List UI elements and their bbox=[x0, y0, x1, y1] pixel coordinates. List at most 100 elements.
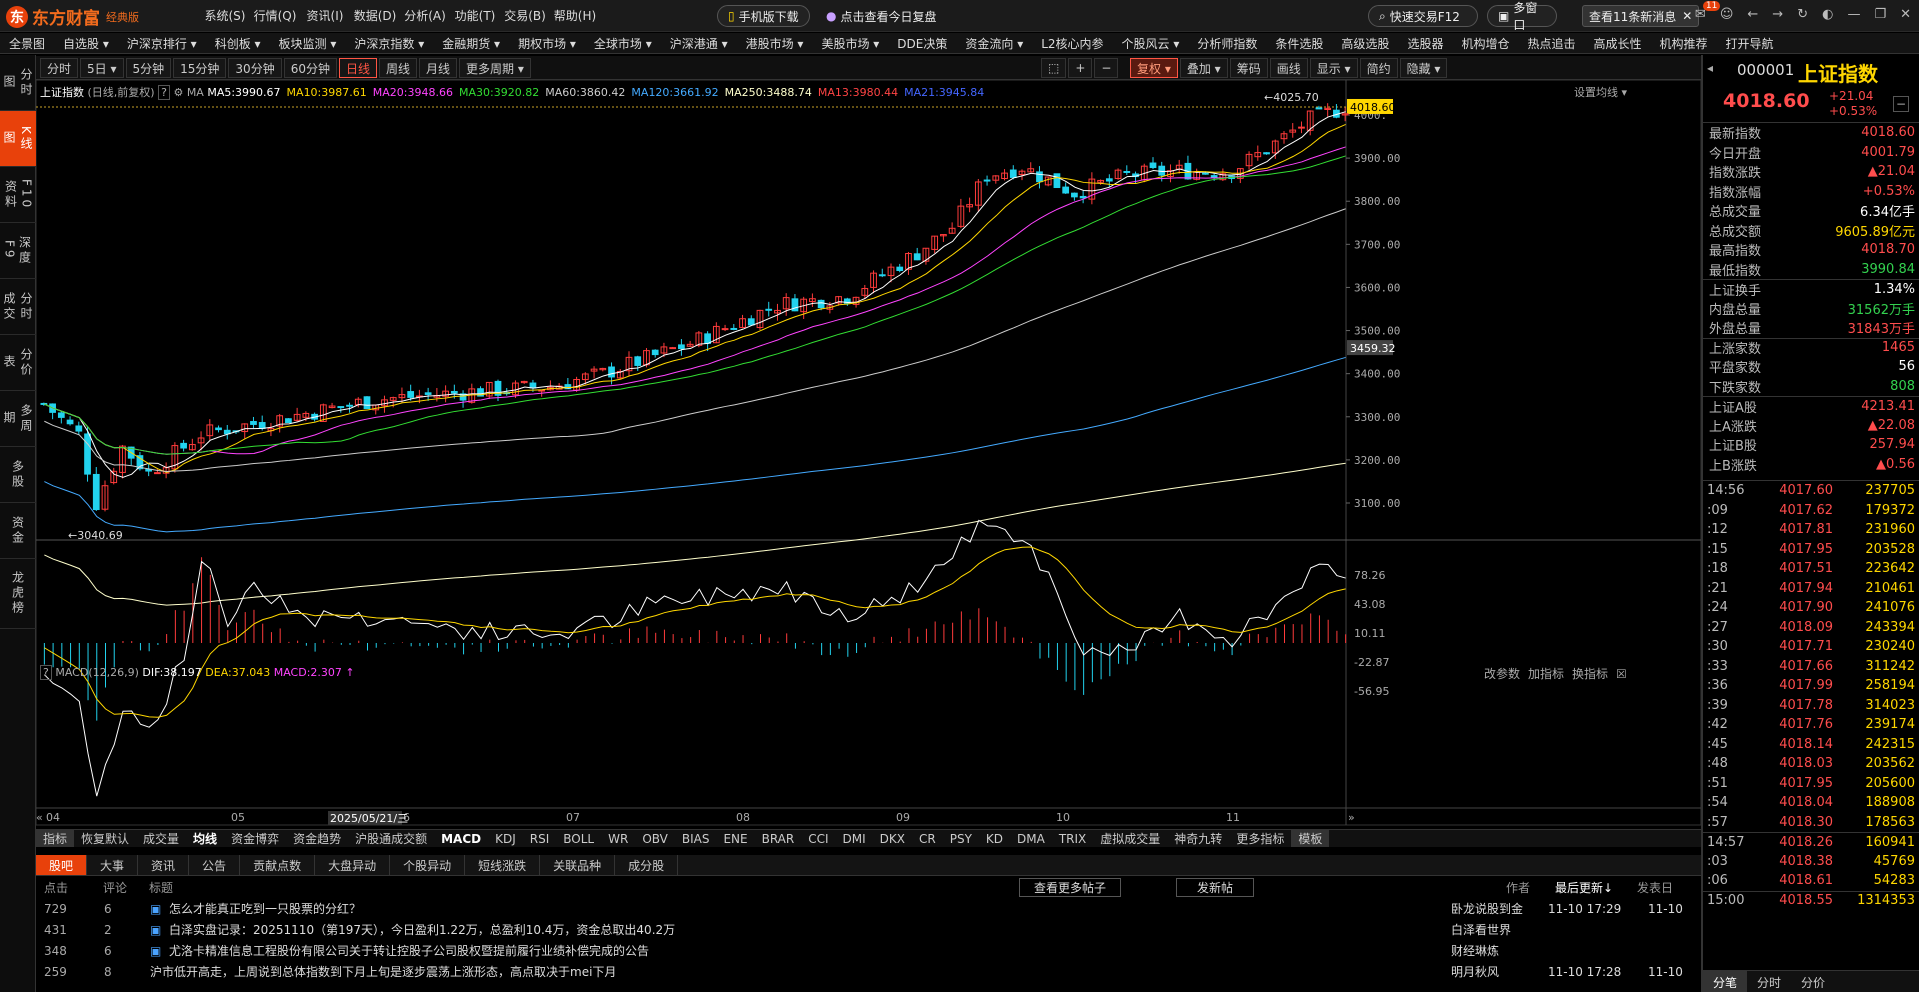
period-button[interactable]: 15分钟 bbox=[173, 58, 227, 78]
indicator-tab[interactable]: MACD bbox=[434, 832, 488, 846]
view-tab[interactable]: 分时图 bbox=[0, 55, 36, 111]
nav-item[interactable]: 条件选股 bbox=[1266, 35, 1332, 52]
menu-item[interactable]: 数据(D) bbox=[350, 7, 400, 24]
period-button[interactable]: 5分钟 bbox=[125, 58, 172, 78]
minus-button[interactable]: − bbox=[1893, 96, 1909, 112]
nav-item[interactable]: 沪深京指数 ▾ bbox=[345, 35, 433, 52]
nav-item[interactable]: 热点追击 bbox=[1518, 35, 1584, 52]
nav-item[interactable]: L2核心内参 bbox=[1032, 35, 1112, 52]
multi-window-button[interactable]: ▣ 多窗口 bbox=[1487, 1, 1557, 32]
menu-item[interactable]: 分析(A) bbox=[400, 7, 450, 24]
menu-item[interactable]: 功能(T) bbox=[450, 7, 500, 24]
nav-item[interactable]: 沪深港通 ▾ bbox=[661, 35, 737, 52]
indicator-tab[interactable]: 均线 bbox=[186, 830, 224, 847]
period-button[interactable]: 60分钟 bbox=[283, 58, 337, 78]
macd-action[interactable]: 改参数 bbox=[1484, 665, 1520, 682]
indicator-tab[interactable]: TRIX bbox=[1052, 832, 1093, 846]
indicator-tab[interactable]: KD bbox=[979, 832, 1010, 846]
more-posts-button[interactable]: 查看更多帖子 bbox=[1019, 877, 1122, 897]
help-icon[interactable]: ? bbox=[40, 665, 52, 680]
nav-item[interactable]: 高级选股 bbox=[1332, 35, 1398, 52]
col-updated[interactable]: 最后更新↓ bbox=[1555, 879, 1613, 896]
bottom-tab[interactable]: 成分股 bbox=[615, 855, 679, 875]
view-tab[interactable]: 分时成交 bbox=[0, 279, 36, 335]
macd-action[interactable]: 换指标 bbox=[1572, 665, 1608, 682]
user-icon[interactable]: ☺ bbox=[1720, 7, 1734, 22]
indicator-tab[interactable]: CCI bbox=[801, 832, 835, 846]
indicator-tab[interactable]: 恢复默认 bbox=[74, 830, 136, 847]
refresh-icon[interactable]: ↻ bbox=[1797, 7, 1808, 22]
indicator-tab[interactable]: BRAR bbox=[755, 832, 802, 846]
view-tab[interactable]: K线图 bbox=[0, 111, 36, 167]
gear-icon[interactable]: ⚙ bbox=[173, 86, 183, 99]
view-tab[interactable]: 资金 bbox=[0, 503, 36, 559]
menu-item[interactable]: 帮助(H) bbox=[550, 7, 600, 24]
menu-item[interactable]: 交易(B) bbox=[500, 7, 550, 24]
indicator-tab[interactable]: ENE bbox=[716, 832, 754, 846]
nav-item[interactable]: 选股器 bbox=[1398, 35, 1452, 52]
toolbar-button[interactable]: 简约 bbox=[1359, 58, 1398, 78]
indicator-tab[interactable]: OBV bbox=[635, 832, 675, 846]
quick-trade-button[interactable]: ⌕ 快速交易F12 bbox=[1368, 5, 1478, 27]
indicator-tab[interactable]: DMA bbox=[1010, 832, 1052, 846]
forward-icon[interactable]: → bbox=[1772, 7, 1783, 22]
view-tab[interactable]: F10资料 bbox=[0, 167, 36, 223]
zoom-out-icon[interactable]: − bbox=[1094, 58, 1119, 78]
mobile-download-button[interactable]: ▯ 手机版下载 bbox=[717, 5, 810, 27]
nav-item[interactable]: 机构增仓 bbox=[1452, 35, 1518, 52]
period-button[interactable]: 月线 bbox=[419, 58, 458, 78]
nav-item[interactable]: 全球市场 ▾ bbox=[585, 35, 661, 52]
nav-item[interactable]: 分析师指数 bbox=[1188, 35, 1266, 52]
bottom-tab[interactable]: 股吧 bbox=[36, 855, 88, 875]
indicator-tab[interactable]: 神奇九转 bbox=[1167, 830, 1229, 847]
indicator-tab[interactable]: DMI bbox=[836, 832, 873, 846]
collapse-icon[interactable]: ◂ bbox=[1707, 61, 1713, 75]
indicator-tab[interactable]: 更多指标 bbox=[1229, 830, 1291, 847]
right-tab[interactable]: 分价 bbox=[1791, 971, 1835, 992]
forum-title[interactable]: 尤洛卡精准信息工程股份有限公司关于转让控股子公司股权暨提前履行业绩补偿完成的公告 bbox=[169, 942, 649, 959]
bottom-tab[interactable]: 大事 bbox=[87, 855, 139, 875]
bottom-tab[interactable]: 贡献点数 bbox=[240, 855, 316, 875]
nav-item[interactable]: 期权市场 ▾ bbox=[509, 35, 585, 52]
nav-item[interactable]: 个股风云 ▾ bbox=[1113, 35, 1189, 52]
zoom-in-icon[interactable]: + bbox=[1068, 58, 1093, 78]
indicator-tab[interactable]: 模板 bbox=[1291, 830, 1330, 847]
indicator-tab[interactable]: KDJ bbox=[488, 832, 523, 846]
indicator-tab[interactable]: 资金趋势 bbox=[286, 830, 348, 847]
view-tab[interactable]: 多周期 bbox=[0, 391, 36, 447]
back-icon[interactable]: ← bbox=[1747, 7, 1758, 22]
bottom-tab[interactable]: 个股异动 bbox=[390, 855, 466, 875]
menu-item[interactable]: 系统(S) bbox=[200, 7, 250, 24]
indicator-tab[interactable]: 成交量 bbox=[136, 830, 186, 847]
view-tab[interactable]: 多股 bbox=[0, 447, 36, 503]
period-button[interactable]: 30分钟 bbox=[228, 58, 282, 78]
forum-row[interactable]: 348 6 ▣ 尤洛卡精准信息工程股份有限公司关于转让控股子公司股权暨提前履行业绩补偿… bbox=[36, 940, 1701, 961]
nav-item[interactable]: 金融期货 ▾ bbox=[433, 35, 509, 52]
kline-chart[interactable]: 4000.3900.003800.003700.003600.003500.00… bbox=[36, 80, 1701, 945]
macd-action[interactable]: 加指标 bbox=[1528, 665, 1564, 682]
indicator-tab[interactable]: BOLL bbox=[556, 832, 601, 846]
view-tab[interactable]: 龙虎榜 bbox=[0, 559, 36, 629]
nav-item[interactable]: 沪深京排行 ▾ bbox=[118, 35, 206, 52]
indicator-tab[interactable]: RSI bbox=[523, 832, 557, 846]
period-button[interactable]: 周线 bbox=[379, 58, 418, 78]
nav-item[interactable]: 港股市场 ▾ bbox=[737, 35, 813, 52]
bottom-tab[interactable]: 关联品种 bbox=[540, 855, 616, 875]
daily-review-button[interactable]: ● 点击查看今日复盘 bbox=[816, 5, 947, 27]
forum-title[interactable]: 沪市低开高走，上周说到总体指数到下月上旬是逐步震荡上涨形态，高点取决于mei下月 bbox=[150, 963, 616, 980]
forum-title[interactable]: 白泽实盘记录：20251110（第197天），今日盈利1.22万，总盈利10.4… bbox=[169, 921, 675, 938]
restore-icon[interactable]: ❐ bbox=[1874, 7, 1886, 22]
close-icon[interactable]: ☒ bbox=[1616, 667, 1627, 681]
period-button[interactable]: 日线 bbox=[338, 58, 377, 78]
indicator-tab[interactable]: WR bbox=[601, 832, 635, 846]
new-post-button[interactable]: 发新帖 bbox=[1176, 877, 1255, 897]
forum-title[interactable]: 怎么才能真正吃到一只股票的分红？ bbox=[169, 900, 361, 917]
bottom-tab[interactable]: 短线涨跌 bbox=[465, 855, 541, 875]
indicator-tab[interactable]: 指标 bbox=[36, 830, 75, 847]
toolbar-button[interactable]: 显示 ▾ bbox=[1309, 58, 1358, 78]
toolbar-button[interactable]: 隐藏 ▾ bbox=[1399, 58, 1448, 78]
view-tab[interactable]: 深度F9 bbox=[0, 223, 36, 279]
forum-row[interactable]: 431 2 ▣ 白泽实盘记录：20251110（第197天），今日盈利1.22万，总盈… bbox=[36, 919, 1701, 940]
period-button[interactable]: 分时 bbox=[40, 58, 79, 78]
indicator-tab[interactable]: 虚拟成交量 bbox=[1093, 830, 1167, 847]
